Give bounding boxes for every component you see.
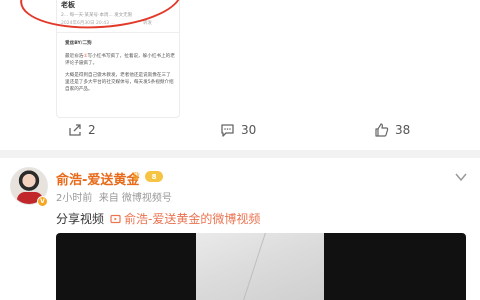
repost-icon [69, 124, 81, 136]
post-action-bar: 2 30 38 [0, 120, 480, 142]
embedded-card-body: 爱丝BY/二狗 最近俞浩①写小红书写疯了，拉着说，躲小红书上的老评论子逼疯了。 … [65, 40, 175, 98]
like-count: 38 [395, 123, 411, 137]
user-level-badge[interactable]: 8 [145, 171, 163, 182]
video-icon [110, 214, 121, 223]
crown-icon: ♛ [131, 170, 141, 183]
post-time: 2小时前 [56, 193, 93, 204]
like-button[interactable]: 38 [374, 123, 410, 137]
video-link[interactable]: 俞浩-爱送黄金的微博视频 [110, 210, 260, 227]
embedded-card-divider [57, 32, 179, 33]
post-username[interactable]: 俞浩-爱送黄金 [56, 169, 139, 188]
comment-count: 30 [241, 123, 257, 137]
chevron-down-icon[interactable] [455, 172, 467, 182]
post-meta: 2小时前 来自 微博视频号 [56, 189, 172, 204]
embedded-card-paragraph: 大概是得到自己傲木教发，老者他还是说就像在三了里还是了多大平台的社交媒体号，每天… [65, 73, 174, 92]
embedded-card-paragraph: 最近俞浩①写小红书写疯了，拉着说，躲小红书上的老评论子逼疯了。 [65, 54, 175, 66]
embedded-card-share[interactable]: 转发 [143, 20, 152, 26]
comment-button[interactable]: 30 [220, 123, 256, 137]
repost-count: 2 [88, 123, 96, 137]
video-frame [196, 233, 324, 300]
video-player[interactable] [56, 233, 466, 300]
comment-icon [221, 124, 234, 137]
post-source[interactable]: 来自 微博视频号 [99, 193, 172, 204]
post-text: 分享视频 俞浩-爱送黄金的微博视频 [56, 210, 260, 227]
embedded-card-author: 爱丝BY/二狗 [65, 41, 92, 46]
share-label: 分享视频 [56, 212, 105, 226]
repost-button[interactable]: 2 [68, 123, 96, 137]
feed-divider [0, 150, 480, 158]
thumbs-up-icon [375, 123, 389, 137]
verified-badge-icon: V [37, 196, 48, 207]
video-link-text: 俞浩-爱送黄金的微博视频 [124, 212, 261, 226]
